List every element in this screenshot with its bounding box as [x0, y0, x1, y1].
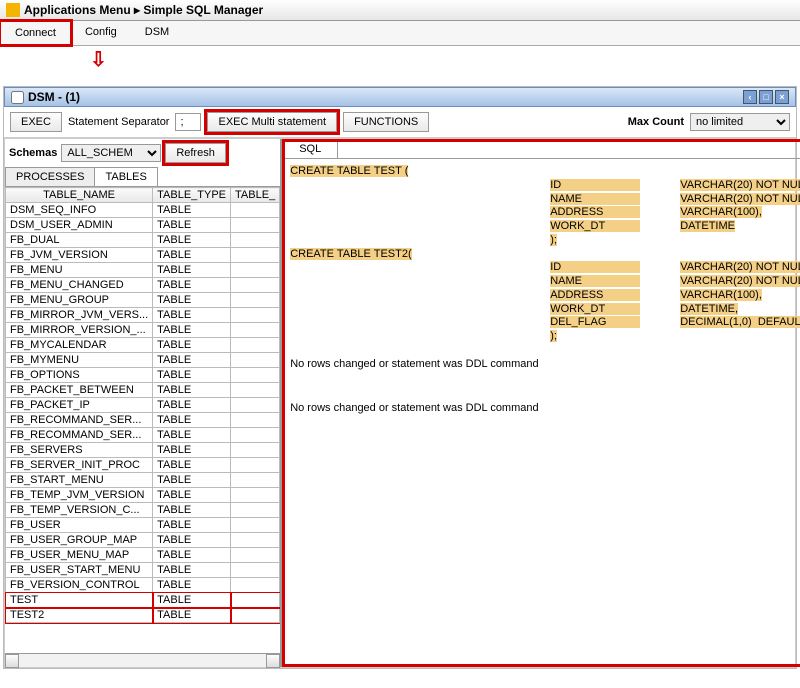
annotation-arrow: ⇩	[0, 46, 800, 86]
table-row[interactable]: FB_MIRROR_VERSION_...TABLE	[6, 323, 280, 338]
table-row[interactable]: DSM_SEQ_INFOTABLE	[6, 203, 280, 218]
menu-config[interactable]: Config	[71, 21, 131, 45]
menu-connect[interactable]: Connect	[0, 19, 73, 47]
table-row[interactable]: FB_SERVER_INIT_PROCTABLE	[6, 458, 280, 473]
tab-processes[interactable]: PROCESSES	[5, 167, 95, 186]
table-row[interactable]: FB_MENUTABLE	[6, 263, 280, 278]
table-row[interactable]: FB_MYCALENDARTABLE	[6, 338, 280, 353]
table-row[interactable]: FB_JVM_VERSIONTABLE	[6, 248, 280, 263]
toolbar: EXEC Statement Separator EXEC Multi stat…	[4, 107, 796, 138]
maximize-button[interactable]: □	[759, 90, 773, 104]
sql-text: CREATE TABLE TEST (	[290, 165, 408, 177]
content-area: Schemas ALL_SCHEM Refresh PROCESSES TABL…	[4, 138, 796, 668]
tables-grid: TABLE_NAME TABLE_TYPE TABLE_ DSM_SEQ_INF…	[5, 187, 280, 623]
scroll-right-icon[interactable]	[266, 654, 280, 668]
maxcount-select[interactable]: no limited	[690, 113, 790, 131]
right-pane: SQL CREATE TABLE TEST ( IDVARCHAR(20) NO…	[282, 139, 800, 667]
sep-label: Statement Separator	[68, 116, 170, 128]
tab-tables[interactable]: TABLES	[94, 167, 157, 186]
table-row[interactable]: FB_VERSION_CONTROLTABLE	[6, 578, 280, 593]
exec-multi-button[interactable]: EXEC Multi statement	[207, 112, 337, 132]
tables-grid-wrap[interactable]: TABLE_NAME TABLE_TYPE TABLE_ DSM_SEQ_INF…	[5, 187, 280, 653]
sql-editor[interactable]: CREATE TABLE TEST ( IDVARCHAR(20) NOT NU…	[282, 159, 800, 667]
window-pin-checkbox[interactable]	[11, 91, 24, 104]
table-row[interactable]: FB_PACKET_BETWEENTABLE	[6, 383, 280, 398]
result-message-2: No rows changed or statement was DDL com…	[290, 402, 800, 416]
table-row[interactable]: FB_RECOMMAND_SER...TABLE	[6, 413, 280, 428]
app-titlebar: Applications Menu ▸ Simple SQL Manager	[0, 0, 800, 21]
table-row[interactable]: FB_MIRROR_JVM_VERS...TABLE	[6, 308, 280, 323]
col-table-extra[interactable]: TABLE_	[231, 188, 280, 203]
window-title: DSM - (1)	[28, 90, 80, 104]
col-table-type[interactable]: TABLE_TYPE	[153, 188, 231, 203]
table-row[interactable]: FB_TEMP_JVM_VERSIONTABLE	[6, 488, 280, 503]
table-row[interactable]: FB_PACKET_IPTABLE	[6, 398, 280, 413]
schemas-label: Schemas	[9, 147, 57, 159]
result-message-1: No rows changed or statement was DDL com…	[290, 358, 800, 372]
close-button[interactable]: ×	[775, 90, 789, 104]
separator-input[interactable]	[175, 113, 201, 131]
table-row[interactable]: FB_MENU_GROUPTABLE	[6, 293, 280, 308]
table-row[interactable]: FB_SERVERSTABLE	[6, 443, 280, 458]
left-pane: Schemas ALL_SCHEM Refresh PROCESSES TABL…	[5, 139, 282, 667]
window-titlebar[interactable]: DSM - (1) ‹ □ ×	[4, 87, 796, 107]
table-row[interactable]: DSM_USER_ADMINTABLE	[6, 218, 280, 233]
table-row[interactable]: FB_MENU_CHANGEDTABLE	[6, 278, 280, 293]
table-row[interactable]: FB_USER_GROUP_MAPTABLE	[6, 533, 280, 548]
table-row[interactable]: FB_TEMP_VERSION_C...TABLE	[6, 503, 280, 518]
app-icon	[6, 3, 20, 17]
left-hscrollbar[interactable]	[5, 653, 280, 667]
scroll-left-icon[interactable]	[5, 654, 19, 668]
main-menubar: Connect Config DSM	[0, 21, 800, 46]
left-tabs: PROCESSES TABLES	[5, 167, 280, 187]
table-row[interactable]: FB_START_MENUTABLE	[6, 473, 280, 488]
maxcount-label: Max Count	[628, 116, 684, 128]
exec-button[interactable]: EXEC	[10, 112, 62, 132]
tab-sql[interactable]: SQL	[282, 139, 338, 158]
schemas-select[interactable]: ALL_SCHEM	[61, 144, 161, 162]
table-row[interactable]: TESTTABLE	[6, 593, 280, 608]
table-row[interactable]: FB_OPTIONSTABLE	[6, 368, 280, 383]
menu-dsm[interactable]: DSM	[131, 21, 183, 45]
dsm-window: DSM - (1) ‹ □ × EXEC Statement Separator…	[3, 86, 797, 669]
table-row[interactable]: FB_USER_START_MENUTABLE	[6, 563, 280, 578]
refresh-button[interactable]: Refresh	[165, 143, 226, 163]
table-row[interactable]: FB_RECOMMAND_SER...TABLE	[6, 428, 280, 443]
functions-button[interactable]: FUNCTIONS	[343, 112, 429, 132]
table-row[interactable]: FB_USERTABLE	[6, 518, 280, 533]
table-row[interactable]: TEST2TABLE	[6, 608, 280, 623]
table-row[interactable]: FB_MYMENUTABLE	[6, 353, 280, 368]
col-table-name[interactable]: TABLE_NAME	[6, 188, 153, 203]
app-title: Applications Menu ▸ Simple SQL Manager	[24, 3, 263, 17]
table-row[interactable]: FB_DUALTABLE	[6, 233, 280, 248]
table-row[interactable]: FB_USER_MENU_MAPTABLE	[6, 548, 280, 563]
minimize-button[interactable]: ‹	[743, 90, 757, 104]
